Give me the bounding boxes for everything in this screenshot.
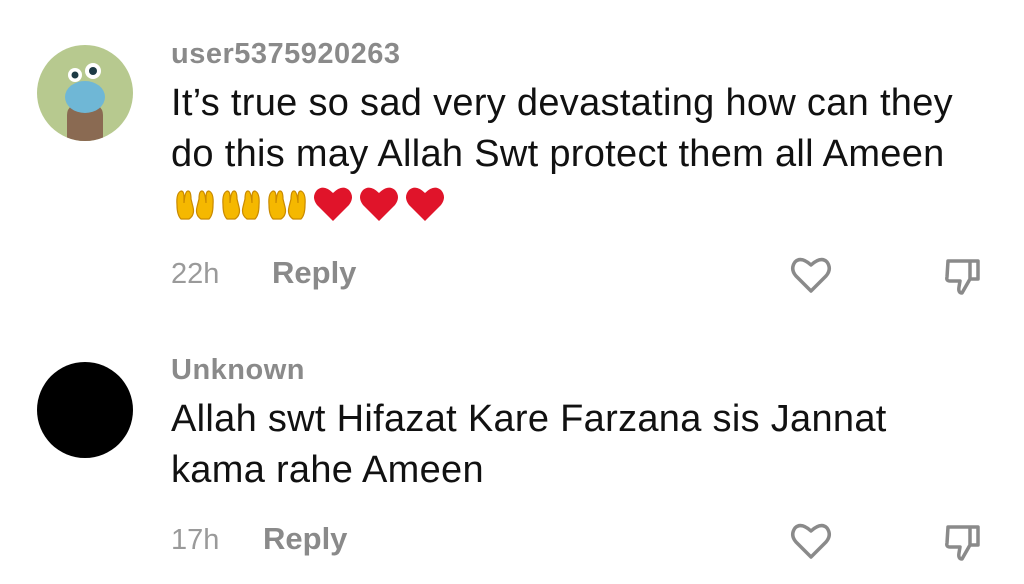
avatar[interactable] xyxy=(37,362,133,458)
red-heart-icon xyxy=(311,183,355,223)
palms-up-together-icon xyxy=(219,183,263,223)
reply-button[interactable]: Reply xyxy=(272,255,356,291)
dislike-button[interactable] xyxy=(940,251,988,299)
comment-timestamp: 17h xyxy=(171,524,220,556)
comment-username[interactable]: Unknown xyxy=(171,354,305,387)
palms-up-together-icon xyxy=(173,183,217,223)
comment-item: user5375920263 It’s true so sad very dev… xyxy=(0,0,1024,310)
comment-text-body: Allah swt Hifazat Kare Farzana sis Janna… xyxy=(171,398,887,491)
palms-up-together-icon xyxy=(265,183,309,223)
like-button[interactable] xyxy=(787,517,835,565)
red-heart-icon xyxy=(357,183,401,223)
thumbs-down-icon xyxy=(945,525,980,561)
comment-text-body: It’s true so sad very devastating how ca… xyxy=(171,82,953,175)
heart-outline-icon xyxy=(791,523,831,559)
like-button[interactable] xyxy=(787,251,835,299)
avatar-illustration-icon xyxy=(37,45,133,141)
comment-item: Unknown Allah swt Hifazat Kare Farzana s… xyxy=(0,310,1024,584)
comment-username[interactable]: user5375920263 xyxy=(171,38,401,71)
reply-button[interactable]: Reply xyxy=(263,521,347,557)
dislike-button[interactable] xyxy=(940,517,988,565)
avatar[interactable] xyxy=(37,45,133,141)
comment-text: It’s true so sad very devastating how ca… xyxy=(171,78,991,231)
comment-text: Allah swt Hifazat Kare Farzana sis Janna… xyxy=(171,394,991,496)
heart-outline-icon xyxy=(791,257,831,293)
comment-timestamp: 22h xyxy=(171,258,220,290)
thumbs-down-icon xyxy=(945,259,980,295)
red-heart-icon xyxy=(403,183,447,223)
